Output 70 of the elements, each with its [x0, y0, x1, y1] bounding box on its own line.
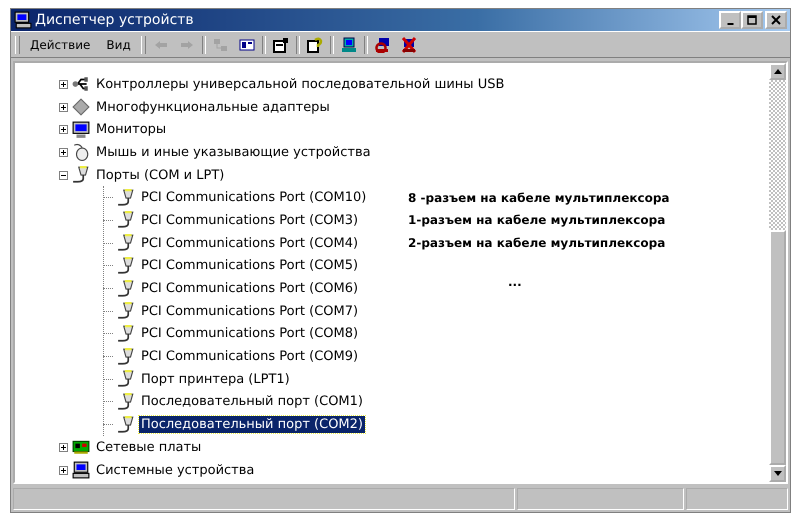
close-icon — [771, 15, 781, 25]
annotation-text: 2-разъем на кабеле мультиплексора — [408, 236, 666, 250]
tree-item[interactable]: Сетевые платы — [94, 438, 204, 456]
annotation-text: 1-разъем на кабеле мультиплексора — [408, 213, 666, 228]
tree-item[interactable]: Контроллеры универсальной последовательной шины USB — [94, 76, 506, 93]
mouse-icon — [72, 143, 90, 162]
computer-icon — [340, 36, 357, 52]
expand-toggle[interactable] — [59, 148, 68, 157]
port-connector-icon — [117, 302, 135, 320]
tree-item[interactable]: Мониторы — [94, 121, 168, 138]
menu-item[interactable]: Вид — [100, 36, 137, 54]
tree-item[interactable]: PCI Communications Port (COM4) — [139, 234, 360, 252]
down-arrow-icon — [774, 471, 782, 476]
scroll-up-button[interactable] — [769, 63, 786, 80]
tree-item[interactable]: PCI Communications Port (COM3) — [139, 212, 360, 229]
tree-item[interactable]: Системные устройства — [94, 462, 256, 479]
port-connector-icon — [117, 370, 135, 388]
port-connector-icon — [72, 166, 90, 184]
device-remove-icon — [400, 36, 417, 52]
scrollbar[interactable] — [769, 63, 786, 482]
scrollbar-thumb[interactable] — [769, 230, 786, 465]
tree-item[interactable]: Последовательный порт (COM1) — [139, 393, 365, 410]
minimize-button[interactable] — [719, 11, 741, 29]
tree-view-icon — [212, 36, 229, 52]
device-disable-icon — [374, 36, 391, 52]
tree-item[interactable]: PCI Communications Port (COM10) — [139, 189, 368, 206]
computer-icon — [14, 11, 32, 29]
tree-item[interactable]: Последовательный порт (COM2) — [139, 416, 365, 434]
usb-plug-icon — [72, 75, 90, 94]
tree-item[interactable]: PCI Communications Port (COM9) — [139, 348, 360, 366]
expand-toggle[interactable] — [59, 466, 68, 475]
diamond-icon — [72, 98, 90, 116]
port-connector-icon — [117, 280, 135, 298]
help-icon — [306, 36, 323, 52]
annotation-text: 8 -разъем на кабеле мультиплексора — [408, 190, 670, 205]
maximize-icon — [747, 15, 757, 25]
tree-item[interactable]: Многофункциональные адаптеры — [94, 98, 332, 116]
ellipsis-text: ... — [508, 275, 522, 290]
up-arrow-icon — [774, 69, 782, 74]
port-connector-icon — [117, 188, 135, 207]
port-connector-icon — [117, 392, 135, 411]
tree-item[interactable]: Мышь и иные указывающие устройства — [94, 144, 373, 161]
expand-toggle[interactable] — [59, 125, 68, 134]
properties-icon — [272, 36, 289, 52]
maximize-button[interactable] — [741, 11, 763, 29]
expand-toggle[interactable] — [59, 102, 68, 112]
list-view-icon — [238, 36, 255, 52]
tree-item[interactable]: Порт принтера (LPT1) — [139, 370, 292, 388]
computer-icon — [72, 461, 90, 480]
port-connector-icon — [117, 234, 135, 252]
expand-toggle[interactable] — [59, 442, 68, 452]
window-title: Диспетчер устройств — [35, 12, 195, 28]
close-button[interactable] — [765, 11, 787, 29]
port-connector-icon — [117, 416, 135, 434]
network-card-icon — [72, 438, 90, 456]
tree-item[interactable]: PCI Communications Port (COM6) — [139, 280, 360, 298]
tree-item[interactable]: PCI Communications Port (COM5) — [139, 257, 360, 274]
minimize-icon — [726, 22, 734, 24]
menu-item[interactable]: Действие — [24, 36, 96, 54]
port-connector-icon — [117, 324, 135, 343]
tree-item[interactable]: Порты (COM и LPT) — [94, 166, 226, 184]
tree-item[interactable]: PCI Communications Port (COM8) — [139, 325, 360, 342]
port-connector-icon — [117, 211, 135, 230]
collapse-toggle[interactable] — [59, 170, 68, 180]
expand-toggle[interactable] — [59, 80, 68, 89]
port-connector-icon — [117, 256, 135, 275]
monitor-icon — [72, 120, 90, 139]
tree-item[interactable]: PCI Communications Port (COM7) — [139, 302, 360, 320]
scroll-down-button[interactable] — [769, 465, 786, 482]
port-connector-icon — [117, 348, 135, 366]
